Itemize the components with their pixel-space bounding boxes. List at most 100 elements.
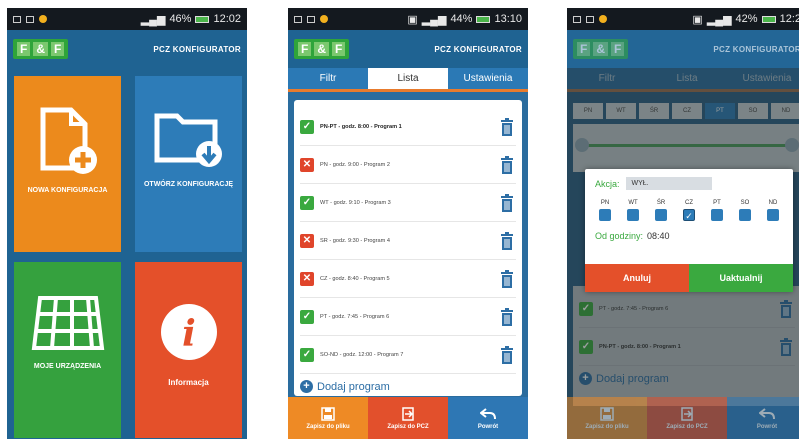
- clock: 13:10: [494, 13, 522, 25]
- nfc-icon: ▣: [407, 13, 418, 26]
- disabled-x-icon[interactable]: ✕: [300, 157, 314, 172]
- app-title: PCZ KONFIGURATOR: [434, 44, 522, 54]
- status-bar: ▂▄▆ 46% 12:02: [7, 8, 247, 30]
- day-checkbox[interactable]: [711, 209, 723, 221]
- battery-percent: 42%: [735, 13, 758, 25]
- day-label: ND: [768, 200, 778, 206]
- program-row[interactable]: ✕ CZ - godz. 8:40 - Program 5: [300, 260, 516, 298]
- program-text: PN - godz. 9:00 - Program 2: [320, 161, 390, 168]
- day-label: CZ: [685, 200, 693, 206]
- update-button[interactable]: Uaktualnij: [689, 264, 793, 292]
- nfc-icon: ▣: [692, 13, 703, 26]
- button-label: Zapisz do PCZ: [666, 423, 708, 430]
- image-icon: [26, 15, 34, 23]
- day-checkbox[interactable]: [767, 209, 779, 221]
- tab-filtr[interactable]: Filtr: [288, 68, 368, 89]
- battery-icon: [476, 15, 491, 23]
- day-option: PN: [599, 200, 611, 221]
- trash-icon[interactable]: [498, 231, 516, 250]
- notification-icon: [13, 15, 21, 23]
- disabled-x-icon[interactable]: ✕: [300, 271, 314, 286]
- save-to-pcz-button[interactable]: Zapisz do PCZ: [647, 397, 727, 439]
- from-time-row[interactable]: Od godziny: 08:40: [585, 221, 793, 241]
- back-button[interactable]: Powrót: [448, 397, 528, 439]
- phone-screen-program-list: ▣ ▂▄▆ 44% 13:10 F & F PCZ KONFIGURATOR Filtr …: [288, 8, 528, 439]
- action-select[interactable]: WYŁ.: [625, 177, 712, 190]
- app-bar: F & F PCZ KONFIGURATOR: [7, 30, 247, 68]
- save-icon: [321, 406, 335, 421]
- info-icon: i: [159, 302, 219, 364]
- app-icon: [320, 15, 328, 23]
- save-icon: [600, 406, 614, 421]
- program-list: ✓ PN-PT - godz. 8:00 - Program 1 ✕ PN - god…: [294, 100, 522, 396]
- from-time-label: Od godziny:: [595, 231, 644, 241]
- checked-checkbox-icon[interactable]: ✓: [300, 309, 314, 324]
- day-label: ŚR: [656, 200, 666, 206]
- trash-icon[interactable]: [498, 307, 516, 326]
- program-row[interactable]: ✓ SO-ND - godz. 12:00 - Program 7: [300, 336, 516, 374]
- battery-icon: [761, 15, 776, 23]
- save-to-file-button[interactable]: Zapisz do pliku: [567, 397, 647, 439]
- day-checkbox[interactable]: [627, 209, 639, 221]
- dialog-buttons: Anuluj Uaktualnij: [585, 264, 793, 292]
- edit-program-dialog: Akcja: WYŁ. PN WT ŚR CZ ✓ PT SO ND Od godziny: 0…: [585, 169, 793, 292]
- day-option: SO: [739, 200, 751, 221]
- information-tile[interactable]: i Informacja: [135, 262, 242, 438]
- day-option: ND: [767, 200, 779, 221]
- trash-icon[interactable]: [498, 155, 516, 174]
- image-icon: [307, 15, 315, 23]
- program-text: WT - godz. 9:10 - Program 3: [320, 199, 391, 206]
- day-option: CZ ✓: [683, 200, 695, 221]
- tab-lista[interactable]: Lista: [368, 68, 448, 89]
- checked-checkbox-icon[interactable]: ✓: [300, 119, 314, 134]
- my-devices-tile[interactable]: MOJE URZĄDZENIA: [14, 262, 121, 438]
- day-option: WT: [627, 200, 639, 221]
- tab-ustawienia[interactable]: Ustawienia: [448, 68, 528, 89]
- day-checkbox[interactable]: [739, 209, 751, 221]
- cancel-button[interactable]: Anuluj: [585, 264, 689, 292]
- button-label: Zapisz do pliku: [306, 423, 350, 430]
- trash-icon[interactable]: [498, 117, 516, 136]
- back-button[interactable]: Powrót: [727, 397, 799, 439]
- app-bar: F & F PCZ KONFIGURATOR: [288, 30, 528, 68]
- checked-checkbox-icon[interactable]: ✓: [300, 347, 314, 362]
- button-label: Zapisz do pliku: [585, 423, 629, 430]
- day-label: WT: [628, 200, 638, 206]
- signal-icon: ▂▄▆: [706, 13, 732, 26]
- notification-icon: [294, 15, 302, 23]
- bottom-bar: Zapisz do pliku Zapisz do PCZ Powrót: [567, 397, 799, 439]
- program-text: CZ - godz. 8:40 - Program 5: [320, 275, 390, 282]
- new-document-icon: [37, 106, 99, 178]
- program-text: PN-PT - godz. 8:00 - Program 1: [320, 123, 402, 130]
- day-checkbox[interactable]: [599, 209, 611, 221]
- day-option: ŚR: [655, 200, 667, 221]
- new-configuration-tile[interactable]: NOWA KONFIGURACJA: [14, 76, 121, 252]
- from-time-value: 08:40: [647, 231, 670, 241]
- trash-icon[interactable]: [498, 269, 516, 288]
- button-label: Zapisz do PCZ: [387, 423, 429, 430]
- checked-checkbox-icon[interactable]: ✓: [300, 195, 314, 210]
- program-row[interactable]: ✕ ŚR - godz. 9:30 - Program 4: [300, 222, 516, 260]
- add-program-button[interactable]: + Dodaj program: [300, 380, 516, 393]
- day-checkbox[interactable]: ✓: [683, 209, 695, 221]
- save-to-file-button[interactable]: Zapisz do pliku: [288, 397, 368, 439]
- tab-bar: Filtr Lista Ustawienia: [288, 68, 528, 92]
- open-configuration-tile[interactable]: OTWÓRZ KONFIGURACJĘ: [135, 76, 242, 252]
- tile-label: Informacja: [168, 378, 209, 387]
- program-row[interactable]: ✕ PN - godz. 9:00 - Program 2: [300, 146, 516, 184]
- day-label: PT: [713, 200, 721, 206]
- program-row[interactable]: ✓ PN-PT - godz. 8:00 - Program 1: [300, 108, 516, 146]
- program-text: PT - godz. 7:45 - Program 6: [320, 313, 390, 320]
- save-to-pcz-button[interactable]: Zapisz do PCZ: [368, 397, 448, 439]
- disabled-x-icon[interactable]: ✕: [300, 233, 314, 248]
- back-arrow-icon: [480, 407, 496, 419]
- program-row[interactable]: ✓ PT - godz. 7:45 - Program 6: [300, 298, 516, 336]
- trash-icon[interactable]: [498, 193, 516, 212]
- trash-icon[interactable]: [498, 345, 516, 364]
- program-row[interactable]: ✓ WT - godz. 9:10 - Program 3: [300, 184, 516, 222]
- back-arrow-icon: [759, 407, 775, 419]
- clock: 12:02: [213, 13, 241, 25]
- battery-percent: 44%: [450, 13, 473, 25]
- app-title: PCZ KONFIGURATOR: [713, 44, 799, 54]
- day-checkbox[interactable]: [655, 209, 667, 221]
